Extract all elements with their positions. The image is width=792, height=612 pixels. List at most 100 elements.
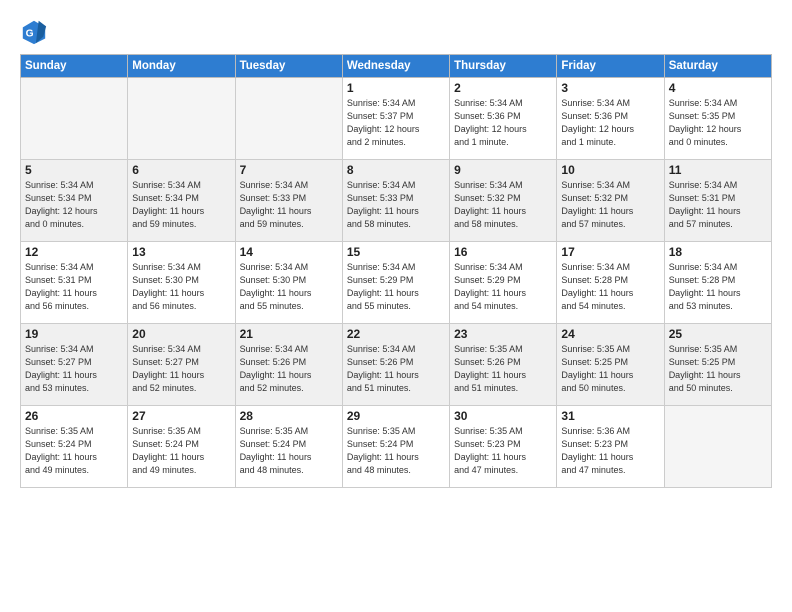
day-number: 31 (561, 409, 659, 423)
cell-info: Sunrise: 5:34 AM Sunset: 5:34 PM Dayligh… (132, 179, 230, 231)
calendar-cell: 19Sunrise: 5:34 AM Sunset: 5:27 PM Dayli… (21, 324, 128, 406)
calendar-cell: 26 Sunrise: 5:35 AM Sunset: 5:24 PM Dayli… (21, 406, 128, 488)
cell-info: Sunrise: 5:34 AM Sunset: 5:36 PM Dayligh… (561, 97, 659, 149)
calendar-cell: 10Sunrise: 5:34 AM Sunset: 5:32 PM Dayli… (557, 160, 664, 242)
day-number: 2 (454, 81, 552, 95)
page: G SundayMondayTuesdayWednesdayThursdayFr… (0, 0, 792, 612)
cell-info: Sunrise: 5:34 AM Sunset: 5:32 PM Dayligh… (454, 179, 552, 231)
calendar-header-row: SundayMondayTuesdayWednesdayThursdayFrid… (21, 55, 772, 78)
day-number: 18 (669, 245, 767, 259)
calendar-cell: 2 Sunrise: 5:34 AM Sunset: 5:36 PM Daylig… (450, 78, 557, 160)
day-number: 7 (240, 163, 338, 177)
calendar-cell: 9 Sunrise: 5:34 AM Sunset: 5:32 PM Daylig… (450, 160, 557, 242)
calendar-cell: 7Sunrise: 5:34 AM Sunset: 5:33 PM Daylig… (235, 160, 342, 242)
day-number: 21 (240, 327, 338, 341)
cell-info: Sunrise: 5:34 AM Sunset: 5:33 PM Dayligh… (347, 179, 445, 231)
day-number: 26 (25, 409, 123, 423)
col-header-thursday: Thursday (450, 55, 557, 78)
cell-info: Sunrise: 5:35 AM Sunset: 5:26 PM Dayligh… (454, 343, 552, 395)
day-number: 3 (561, 81, 659, 95)
cell-info: Sunrise: 5:35 AM Sunset: 5:24 PM Dayligh… (240, 425, 338, 477)
cell-info: Sunrise: 5:34 AM Sunset: 5:26 PM Dayligh… (347, 343, 445, 395)
calendar-cell (664, 406, 771, 488)
calendar-cell: 3 Sunrise: 5:34 AM Sunset: 5:36 PM Daylig… (557, 78, 664, 160)
col-header-sunday: Sunday (21, 55, 128, 78)
day-number: 28 (240, 409, 338, 423)
calendar-cell (128, 78, 235, 160)
calendar-table: SundayMondayTuesdayWednesdayThursdayFrid… (20, 54, 772, 488)
calendar-cell: 17Sunrise: 5:34 AM Sunset: 5:28 PM Dayli… (557, 242, 664, 324)
header: G (20, 18, 772, 46)
day-number: 16 (454, 245, 552, 259)
day-number: 13 (132, 245, 230, 259)
cell-info: Sunrise: 5:34 AM Sunset: 5:30 PM Dayligh… (240, 261, 338, 313)
calendar-cell: 16 Sunrise: 5:34 AM Sunset: 5:29 PM Dayli… (450, 242, 557, 324)
col-header-tuesday: Tuesday (235, 55, 342, 78)
day-number: 27 (132, 409, 230, 423)
cell-info: Sunrise: 5:35 AM Sunset: 5:24 PM Dayligh… (25, 425, 123, 477)
calendar-cell: 28 Sunrise: 5:35 AM Sunset: 5:24 PM Dayli… (235, 406, 342, 488)
cell-info: Sunrise: 5:34 AM Sunset: 5:34 PM Dayligh… (25, 179, 123, 231)
calendar-cell: 20Sunrise: 5:34 AM Sunset: 5:27 PM Dayli… (128, 324, 235, 406)
calendar-week-row: 5 Sunrise: 5:34 AM Sunset: 5:34 PM Daylig… (21, 160, 772, 242)
calendar-cell: 27Sunrise: 5:35 AM Sunset: 5:24 PM Dayli… (128, 406, 235, 488)
calendar-cell: 15Sunrise: 5:34 AM Sunset: 5:29 PM Dayli… (342, 242, 449, 324)
day-number: 24 (561, 327, 659, 341)
cell-info: Sunrise: 5:36 AM Sunset: 5:23 PM Dayligh… (561, 425, 659, 477)
logo: G (20, 18, 52, 46)
day-number: 11 (669, 163, 767, 177)
calendar-cell: 31 Sunrise: 5:36 AM Sunset: 5:23 PM Dayli… (557, 406, 664, 488)
day-number: 12 (25, 245, 123, 259)
day-number: 15 (347, 245, 445, 259)
logo-icon: G (20, 18, 48, 46)
cell-info: Sunrise: 5:34 AM Sunset: 5:35 PM Dayligh… (669, 97, 767, 149)
col-header-wednesday: Wednesday (342, 55, 449, 78)
calendar-cell: 18 Sunrise: 5:34 AM Sunset: 5:28 PM Dayli… (664, 242, 771, 324)
day-number: 5 (25, 163, 123, 177)
day-number: 9 (454, 163, 552, 177)
day-number: 19 (25, 327, 123, 341)
cell-info: Sunrise: 5:34 AM Sunset: 5:28 PM Dayligh… (669, 261, 767, 313)
cell-info: Sunrise: 5:34 AM Sunset: 5:32 PM Dayligh… (561, 179, 659, 231)
calendar-cell: 24 Sunrise: 5:35 AM Sunset: 5:25 PM Dayli… (557, 324, 664, 406)
calendar-cell: 12Sunrise: 5:34 AM Sunset: 5:31 PM Dayli… (21, 242, 128, 324)
day-number: 1 (347, 81, 445, 95)
calendar-cell: 23 Sunrise: 5:35 AM Sunset: 5:26 PM Dayli… (450, 324, 557, 406)
calendar-cell: 14 Sunrise: 5:34 AM Sunset: 5:30 PM Dayli… (235, 242, 342, 324)
cell-info: Sunrise: 5:34 AM Sunset: 5:37 PM Dayligh… (347, 97, 445, 149)
calendar-cell: 4 Sunrise: 5:34 AM Sunset: 5:35 PM Daylig… (664, 78, 771, 160)
calendar-cell: 13 Sunrise: 5:34 AM Sunset: 5:30 PM Dayli… (128, 242, 235, 324)
calendar-cell: 30Sunrise: 5:35 AM Sunset: 5:23 PM Dayli… (450, 406, 557, 488)
calendar-cell: 22 Sunrise: 5:34 AM Sunset: 5:26 PM Dayli… (342, 324, 449, 406)
cell-info: Sunrise: 5:35 AM Sunset: 5:24 PM Dayligh… (347, 425, 445, 477)
calendar-week-row: 26 Sunrise: 5:35 AM Sunset: 5:24 PM Dayli… (21, 406, 772, 488)
calendar-cell: 8 Sunrise: 5:34 AM Sunset: 5:33 PM Daylig… (342, 160, 449, 242)
day-number: 23 (454, 327, 552, 341)
calendar-week-row: 1 Sunrise: 5:34 AM Sunset: 5:37 PM Daylig… (21, 78, 772, 160)
calendar-cell: 25Sunrise: 5:35 AM Sunset: 5:25 PM Dayli… (664, 324, 771, 406)
cell-info: Sunrise: 5:34 AM Sunset: 5:26 PM Dayligh… (240, 343, 338, 395)
calendar-week-row: 12Sunrise: 5:34 AM Sunset: 5:31 PM Dayli… (21, 242, 772, 324)
calendar-cell (21, 78, 128, 160)
cell-info: Sunrise: 5:34 AM Sunset: 5:30 PM Dayligh… (132, 261, 230, 313)
col-header-friday: Friday (557, 55, 664, 78)
cell-info: Sunrise: 5:35 AM Sunset: 5:23 PM Dayligh… (454, 425, 552, 477)
cell-info: Sunrise: 5:34 AM Sunset: 5:31 PM Dayligh… (669, 179, 767, 231)
day-number: 8 (347, 163, 445, 177)
col-header-monday: Monday (128, 55, 235, 78)
cell-info: Sunrise: 5:35 AM Sunset: 5:25 PM Dayligh… (561, 343, 659, 395)
calendar-cell: 21 Sunrise: 5:34 AM Sunset: 5:26 PM Dayli… (235, 324, 342, 406)
day-number: 22 (347, 327, 445, 341)
calendar-cell: 29Sunrise: 5:35 AM Sunset: 5:24 PM Dayli… (342, 406, 449, 488)
day-number: 14 (240, 245, 338, 259)
calendar-cell: 5 Sunrise: 5:34 AM Sunset: 5:34 PM Daylig… (21, 160, 128, 242)
day-number: 20 (132, 327, 230, 341)
cell-info: Sunrise: 5:35 AM Sunset: 5:25 PM Dayligh… (669, 343, 767, 395)
calendar-week-row: 19Sunrise: 5:34 AM Sunset: 5:27 PM Dayli… (21, 324, 772, 406)
cell-info: Sunrise: 5:34 AM Sunset: 5:29 PM Dayligh… (454, 261, 552, 313)
cell-info: Sunrise: 5:34 AM Sunset: 5:36 PM Dayligh… (454, 97, 552, 149)
calendar-cell: 1 Sunrise: 5:34 AM Sunset: 5:37 PM Daylig… (342, 78, 449, 160)
col-header-saturday: Saturday (664, 55, 771, 78)
svg-text:G: G (26, 29, 34, 40)
day-number: 4 (669, 81, 767, 95)
